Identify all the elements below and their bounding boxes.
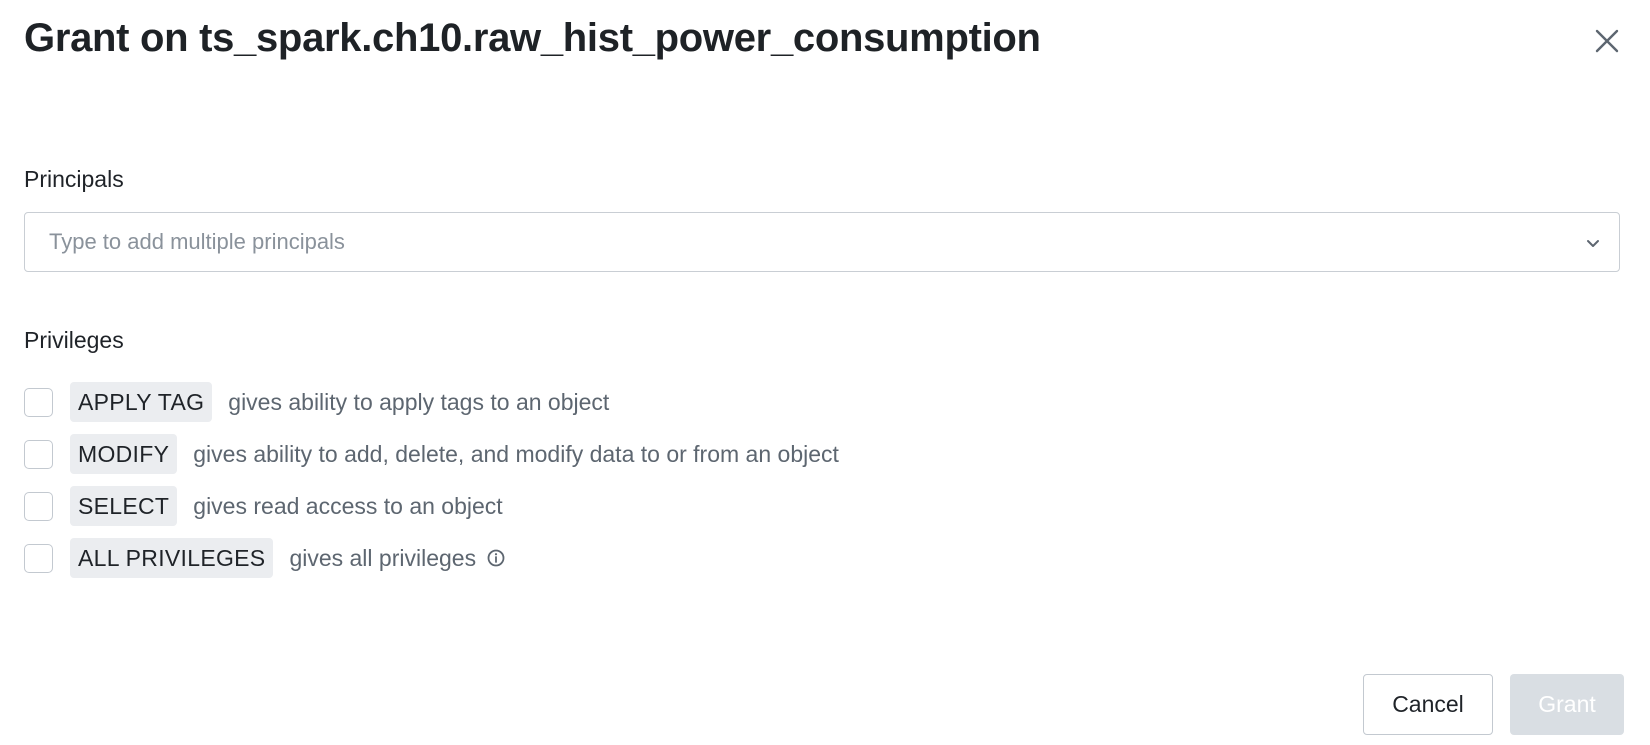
select-checkbox[interactable] (24, 491, 53, 521)
privilege-description: gives all privileges (289, 544, 477, 571)
privilege-description: gives ability to add, delete, and modify… (193, 440, 839, 467)
privilege-tag: APPLY TAG (70, 382, 213, 422)
cancel-button[interactable]: Cancel (1363, 674, 1493, 735)
privilege-tag: SELECT (70, 486, 178, 526)
apply-tag-checkbox[interactable] (24, 387, 53, 417)
privilege-tag: ALL PRIVILEGES (70, 538, 274, 578)
dialog-title: Grant on ts_spark.ch10.raw_hist_power_co… (24, 16, 1041, 60)
grant-dialog: Grant on ts_spark.ch10.raw_hist_power_co… (0, 0, 1650, 745)
all-privileges-checkbox[interactable] (24, 543, 53, 573)
info-icon[interactable] (486, 548, 506, 568)
privilege-row-apply-tag: APPLY TAG gives ability to apply tags to… (24, 382, 609, 422)
privilege-description: gives read access to an object (193, 492, 503, 519)
modify-checkbox[interactable] (24, 439, 53, 469)
privilege-row-select: SELECT gives read access to an object (24, 486, 503, 526)
privilege-row-all-privileges: ALL PRIVILEGES gives all privileges (24, 538, 506, 578)
close-icon (1595, 29, 1619, 53)
close-button[interactable] (1592, 26, 1622, 56)
privilege-tag: MODIFY (70, 434, 178, 474)
privilege-description: gives ability to apply tags to an object (228, 388, 610, 415)
principals-select[interactable]: Type to add multiple principals (24, 212, 1620, 272)
principals-label: Principals (24, 166, 124, 192)
privilege-row-modify: MODIFY gives ability to add, delete, and… (24, 434, 839, 474)
principals-placeholder: Type to add multiple principals (49, 229, 345, 254)
privileges-label: Privileges (24, 327, 124, 353)
grant-button[interactable]: Grant (1510, 674, 1624, 735)
chevron-down-icon[interactable] (1583, 233, 1603, 253)
